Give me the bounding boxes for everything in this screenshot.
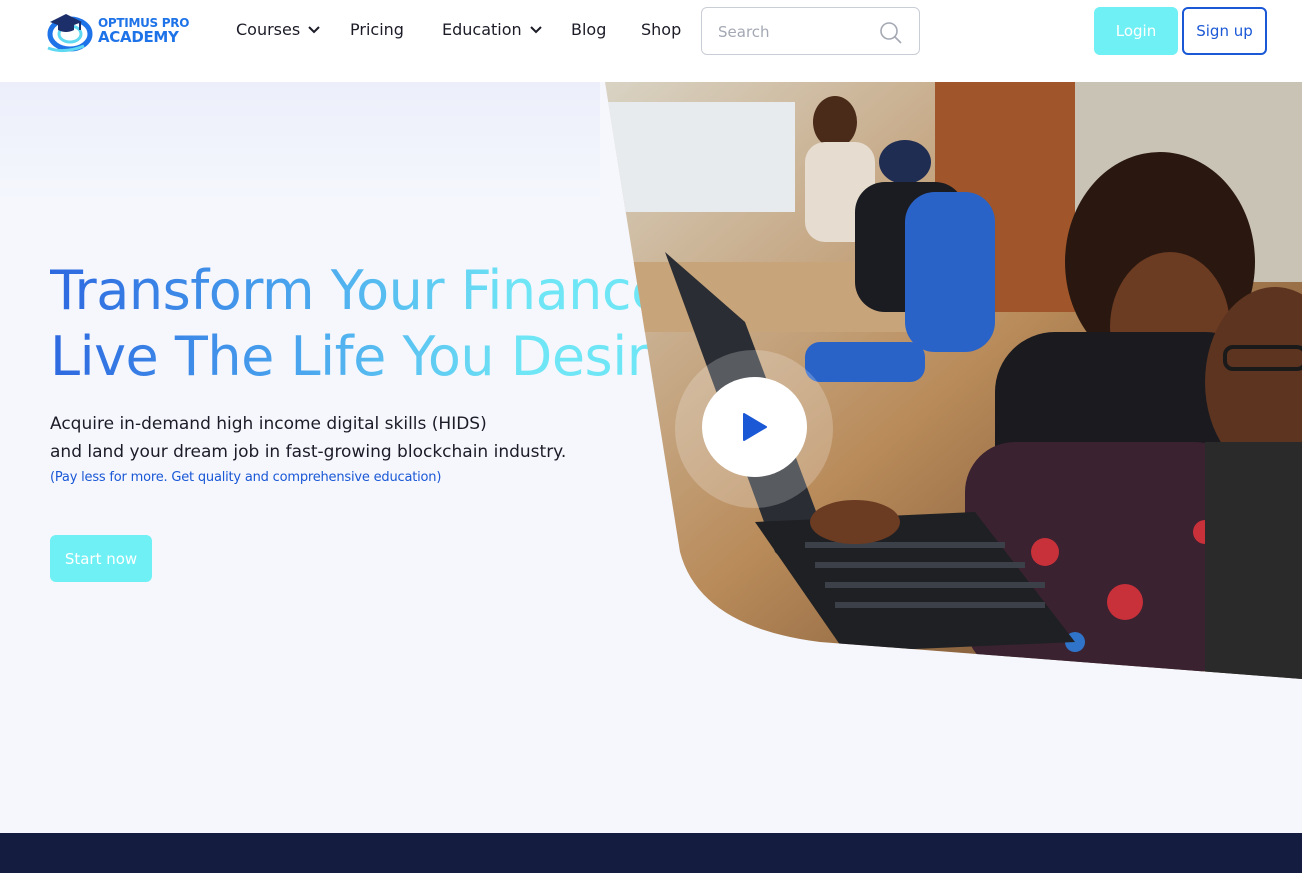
- chevron-down-icon: [529, 25, 542, 33]
- hero-title-line2: Live The Life You Desire: [50, 325, 680, 388]
- hero-note: (Pay less for more. Get quality and comp…: [50, 470, 442, 485]
- footer-band: [0, 833, 1302, 873]
- hero-title: Transform Your Finance, Live The Life Yo…: [50, 258, 680, 390]
- hero-subtitle: Acquire in-demand high income digital sk…: [50, 410, 566, 466]
- signup-button[interactable]: Sign up: [1182, 7, 1267, 55]
- play-video-button[interactable]: [702, 377, 807, 477]
- start-now-button[interactable]: Start now: [50, 535, 152, 582]
- nav-item-label: Pricing: [350, 20, 404, 39]
- brand-name-line2: ACADEMY: [98, 28, 179, 46]
- search-box: [701, 7, 920, 55]
- hero-subtitle-line1: Acquire in-demand high income digital sk…: [50, 414, 487, 434]
- nav-item-label: Blog: [571, 20, 607, 39]
- nav-item-education[interactable]: Education: [442, 20, 542, 39]
- nav-item-label: Education: [442, 20, 522, 39]
- chevron-down-icon: [308, 25, 320, 33]
- site-header: OPTIMUS PRO ACADEMY Courses Pricing Educ…: [0, 0, 1302, 82]
- brand-logo[interactable]: OPTIMUS PRO ACADEMY: [44, 8, 194, 54]
- nav-item-pricing[interactable]: Pricing: [350, 20, 404, 39]
- search-icon[interactable]: [879, 21, 903, 45]
- nav-item-label: Shop: [641, 20, 682, 39]
- graduation-cap-swirl-icon: [47, 14, 93, 53]
- login-button[interactable]: Login: [1094, 7, 1178, 55]
- nav-item-courses[interactable]: Courses: [236, 20, 320, 39]
- nav-item-blog[interactable]: Blog: [571, 20, 606, 39]
- hero-subtitle-line2: and land your dream job in fast-growing …: [50, 442, 567, 462]
- brand-name: OPTIMUS PRO ACADEMY: [98, 16, 189, 46]
- play-icon: [742, 413, 767, 441]
- nav-item-shop[interactable]: Shop: [641, 20, 681, 39]
- nav-item-label: Courses: [236, 20, 301, 39]
- hero-glow: [0, 82, 600, 202]
- hero-title-line1: Transform Your Finance,: [50, 259, 681, 322]
- search-input[interactable]: [718, 20, 868, 44]
